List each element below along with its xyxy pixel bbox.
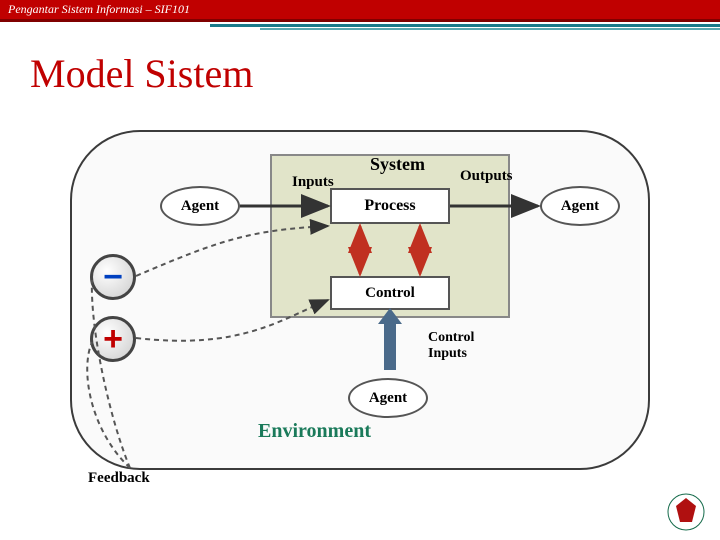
system-label: System <box>370 154 425 175</box>
slide-title: Model Sistem <box>0 32 720 107</box>
inputs-label: Inputs <box>292 174 334 191</box>
university-logo <box>666 492 706 532</box>
control-box: Control <box>330 276 450 310</box>
outputs-label: Outputs <box>460 168 513 185</box>
feedback-label: Feedback <box>88 470 150 487</box>
environment-label: Environment <box>258 420 371 443</box>
agent-left: Agent <box>160 186 240 226</box>
course-header: Pengantar Sistem Informasi – SIF101 <box>0 0 720 22</box>
system-model-diagram: System Inputs Outputs Process Control Ag… <box>70 130 650 510</box>
accent-lines <box>0 22 720 32</box>
agent-bottom: Agent <box>348 378 428 418</box>
minus-feedback-icon: − <box>90 254 136 300</box>
control-inputs-label: Control Inputs <box>428 330 474 362</box>
agent-right: Agent <box>540 186 620 226</box>
process-box: Process <box>330 188 450 224</box>
plus-feedback-icon: + <box>90 316 136 362</box>
